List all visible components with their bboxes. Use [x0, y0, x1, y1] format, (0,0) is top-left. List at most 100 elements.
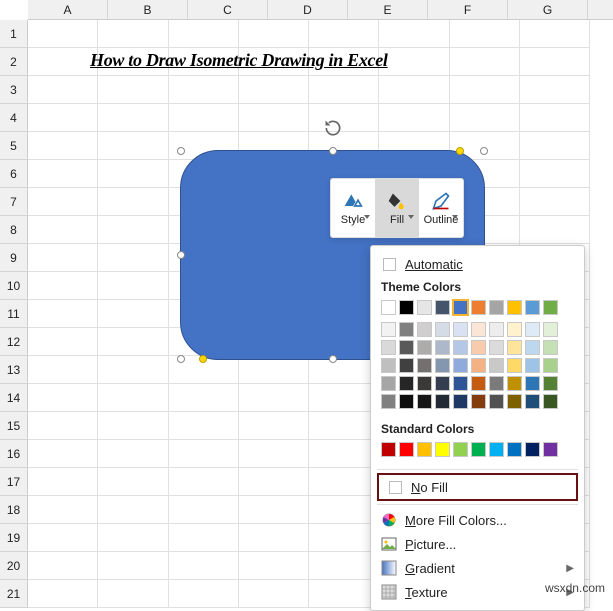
color-swatch[interactable]	[417, 300, 432, 315]
more-fill-colors-option[interactable]: More Fill Colors...	[371, 508, 584, 532]
color-swatch[interactable]	[543, 394, 558, 409]
picture-option[interactable]: Picture...	[371, 532, 584, 556]
row-15[interactable]: 15	[0, 412, 28, 440]
color-swatch[interactable]	[507, 322, 522, 337]
color-swatch[interactable]	[417, 442, 432, 457]
resize-handle-bm[interactable]	[329, 355, 337, 363]
col-H[interactable]: H	[588, 0, 613, 20]
fill-button[interactable]: Fill	[375, 179, 419, 237]
row-5[interactable]: 5	[0, 132, 28, 160]
color-swatch[interactable]	[489, 442, 504, 457]
color-swatch[interactable]	[435, 442, 450, 457]
row-14[interactable]: 14	[0, 384, 28, 412]
resize-handle-tr[interactable]	[480, 147, 488, 155]
color-swatch[interactable]	[453, 376, 468, 391]
color-swatch[interactable]	[471, 322, 486, 337]
col-F[interactable]: F	[428, 0, 508, 20]
adjust-handle-2[interactable]	[199, 355, 207, 363]
col-D[interactable]: D	[268, 0, 348, 20]
col-E[interactable]: E	[348, 0, 428, 20]
color-swatch[interactable]	[381, 442, 396, 457]
color-swatch[interactable]	[507, 300, 522, 315]
row-7[interactable]: 7	[0, 188, 28, 216]
color-swatch[interactable]	[417, 340, 432, 355]
row-1[interactable]: 1	[0, 20, 28, 48]
row-11[interactable]: 11	[0, 300, 28, 328]
color-swatch[interactable]	[543, 442, 558, 457]
color-swatch[interactable]	[399, 442, 414, 457]
color-swatch[interactable]	[543, 322, 558, 337]
row-17[interactable]: 17	[0, 468, 28, 496]
row-9[interactable]: 9	[0, 244, 28, 272]
row-4[interactable]: 4	[0, 104, 28, 132]
color-swatch[interactable]	[471, 442, 486, 457]
color-swatch[interactable]	[525, 376, 540, 391]
col-G[interactable]: G	[508, 0, 588, 20]
resize-handle-tm[interactable]	[329, 147, 337, 155]
row-16[interactable]: 16	[0, 440, 28, 468]
color-swatch[interactable]	[435, 358, 450, 373]
color-swatch[interactable]	[435, 300, 450, 315]
adjust-handle-1[interactable]	[456, 147, 464, 155]
color-swatch[interactable]	[471, 340, 486, 355]
color-swatch[interactable]	[417, 322, 432, 337]
row-10[interactable]: 10	[0, 272, 28, 300]
color-swatch[interactable]	[417, 376, 432, 391]
automatic-option[interactable]: Automatic	[371, 252, 584, 276]
color-swatch[interactable]	[525, 300, 540, 315]
color-swatch[interactable]	[507, 358, 522, 373]
row-20[interactable]: 20	[0, 552, 28, 580]
color-swatch[interactable]	[525, 358, 540, 373]
row-12[interactable]: 12	[0, 328, 28, 356]
resize-handle-tl[interactable]	[177, 147, 185, 155]
color-swatch[interactable]	[507, 340, 522, 355]
color-swatch[interactable]	[489, 358, 504, 373]
color-swatch[interactable]	[381, 358, 396, 373]
color-swatch[interactable]	[471, 394, 486, 409]
color-swatch[interactable]	[381, 394, 396, 409]
color-swatch[interactable]	[489, 340, 504, 355]
color-swatch[interactable]	[489, 376, 504, 391]
color-swatch[interactable]	[489, 300, 504, 315]
style-button[interactable]: Style	[331, 179, 375, 237]
color-swatch[interactable]	[381, 300, 396, 315]
col-C[interactable]: C	[188, 0, 268, 20]
color-swatch[interactable]	[435, 322, 450, 337]
color-swatch[interactable]	[381, 340, 396, 355]
color-swatch[interactable]	[453, 358, 468, 373]
resize-handle-bl[interactable]	[177, 355, 185, 363]
row-2[interactable]: 2	[0, 48, 28, 76]
color-swatch[interactable]	[399, 376, 414, 391]
color-swatch[interactable]	[489, 322, 504, 337]
color-swatch[interactable]	[381, 376, 396, 391]
color-swatch[interactable]	[417, 358, 432, 373]
row-13[interactable]: 13	[0, 356, 28, 384]
color-swatch[interactable]	[399, 340, 414, 355]
color-swatch[interactable]	[543, 340, 558, 355]
color-swatch[interactable]	[453, 394, 468, 409]
color-swatch[interactable]	[507, 394, 522, 409]
no-fill-option[interactable]: No Fill	[383, 477, 572, 497]
color-swatch[interactable]	[453, 322, 468, 337]
row-19[interactable]: 19	[0, 524, 28, 552]
color-swatch[interactable]	[507, 376, 522, 391]
color-swatch[interactable]	[435, 376, 450, 391]
color-swatch[interactable]	[471, 300, 486, 315]
color-swatch[interactable]	[453, 300, 468, 315]
row-18[interactable]: 18	[0, 496, 28, 524]
color-swatch[interactable]	[417, 394, 432, 409]
color-swatch[interactable]	[525, 394, 540, 409]
color-swatch[interactable]	[399, 300, 414, 315]
color-swatch[interactable]	[543, 376, 558, 391]
color-swatch[interactable]	[399, 358, 414, 373]
color-swatch[interactable]	[435, 394, 450, 409]
color-swatch[interactable]	[399, 394, 414, 409]
color-swatch[interactable]	[543, 358, 558, 373]
color-swatch[interactable]	[399, 322, 414, 337]
color-swatch[interactable]	[525, 442, 540, 457]
outline-button[interactable]: Outline	[419, 179, 463, 237]
color-swatch[interactable]	[507, 442, 522, 457]
resize-handle-ml[interactable]	[177, 251, 185, 259]
color-swatch[interactable]	[525, 322, 540, 337]
col-B[interactable]: B	[108, 0, 188, 20]
